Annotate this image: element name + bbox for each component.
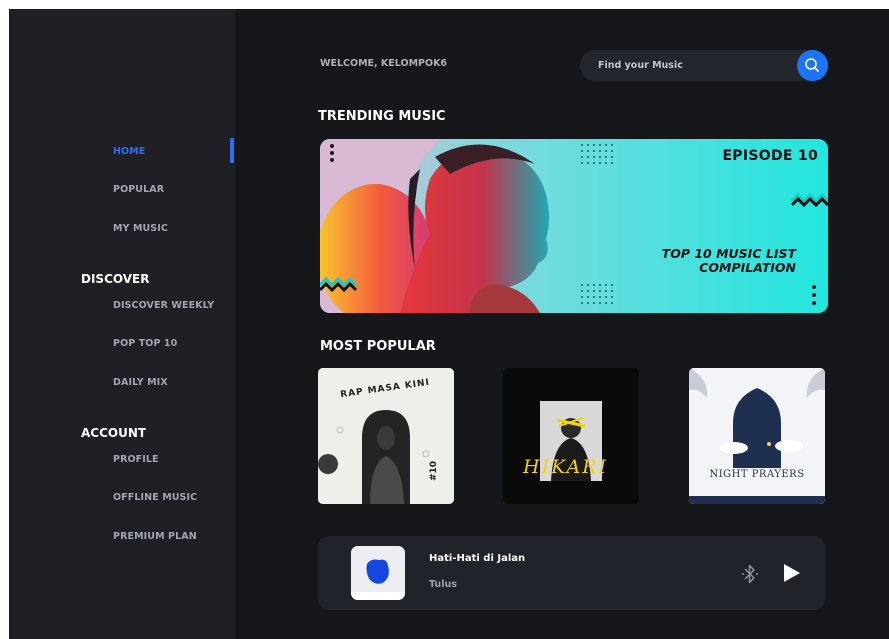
album-card-rap-masa-kini[interactable]: RAP MASA KINI #10 — [318, 368, 454, 504]
banner-title: TOP 10 MUSIC LIST COMPILATION — [662, 247, 796, 275]
album-title-night-prayers: NIGHT PRAYERS — [709, 469, 805, 480]
section-account: ACCOUNT — [81, 426, 147, 440]
now-playing-cover[interactable] — [351, 546, 405, 600]
play-icon — [784, 564, 800, 582]
sidebar-item-popular[interactable]: POPULAR — [113, 184, 164, 195]
album-number: #10 — [429, 460, 440, 482]
album-card-night-prayers[interactable]: NIGHT PRAYERS — [689, 368, 825, 504]
trending-banner[interactable]: EPISODE 10 TOP 10 MUSIC LIST COMPILATION — [320, 139, 828, 313]
sidebar-item-profile[interactable]: PROFILE — [113, 454, 159, 465]
album-title-hikari: HIKARI — [523, 456, 609, 478]
most-popular-heading: MOST POPULAR — [320, 339, 436, 354]
now-playing-bar: Hati-Hati di Jalan Tulus — [318, 536, 825, 610]
music-app: HOME POPULAR MY MUSIC DISCOVER DISCOVER … — [9, 9, 889, 639]
sidebar-item-my-music[interactable]: MY MUSIC — [113, 223, 168, 234]
section-discover: DISCOVER — [81, 272, 150, 286]
sidebar-item-premium-plan[interactable]: PREMIUM PLAN — [113, 531, 197, 542]
cover-art — [351, 546, 405, 600]
sidebar-item-daily-mix[interactable]: DAILY MIX — [113, 377, 168, 388]
search-bar — [580, 50, 828, 81]
search-input[interactable] — [598, 58, 788, 73]
trending-heading: TRENDING MUSIC — [318, 109, 446, 124]
song-title: Hati-Hati di Jalan — [429, 553, 526, 564]
sidebar: HOME POPULAR MY MUSIC DISCOVER DISCOVER … — [9, 9, 235, 639]
album-card-hikari[interactable]: HIKARI — [503, 368, 639, 504]
sidebar-item-discover-weekly[interactable]: DISCOVER WEEKLY — [113, 300, 214, 311]
bluetooth-icon — [742, 564, 758, 584]
sidebar-item-home[interactable]: HOME — [113, 146, 145, 157]
welcome-text: WELCOME, KELOMPOK6 — [320, 58, 448, 69]
banner-title-line2: COMPILATION — [699, 260, 796, 275]
album-art-night-prayers — [689, 368, 825, 504]
banner-episode: EPISODE 10 — [722, 148, 818, 164]
bluetooth-button[interactable] — [740, 563, 760, 585]
song-artist: Tulus — [429, 579, 457, 590]
search-button[interactable] — [797, 50, 828, 81]
search-icon — [805, 58, 819, 72]
play-button[interactable] — [781, 562, 803, 584]
banner-artwork — [320, 139, 828, 313]
album-art-hikari — [503, 368, 639, 504]
active-indicator — [230, 138, 234, 163]
sidebar-item-pop-top-10[interactable]: POP TOP 10 — [113, 338, 177, 349]
sidebar-item-offline-music[interactable]: OFFLINE MUSIC — [113, 492, 197, 503]
banner-title-line1: TOP 10 MUSIC LIST — [661, 246, 796, 261]
